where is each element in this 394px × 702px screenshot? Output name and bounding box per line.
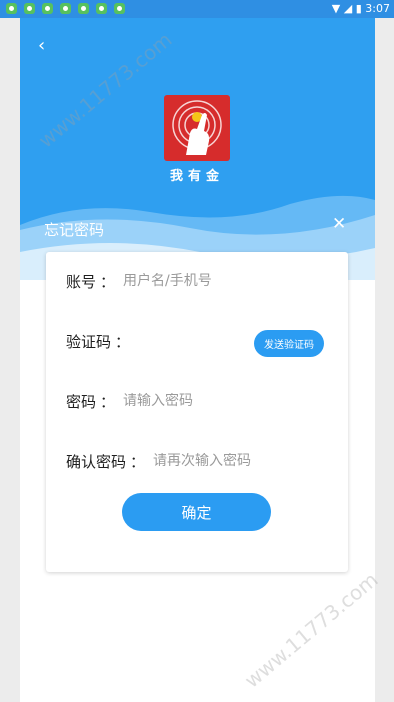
status-bar: ▼ ◢ ▮ 3:07 [0,0,394,18]
confirm-password-input[interactable] [153,453,294,469]
header-banner: ‹ 我有金 忘记密码 ✕ [20,0,375,280]
logo-graphic [172,100,222,155]
signal-icon: ◢ [343,2,353,15]
notification-icon [78,3,89,14]
status-right: ▼ ◢ ▮ 3:07 [332,2,390,15]
close-icon[interactable]: ✕ [332,216,348,233]
battery-icon: ▮ [355,2,362,15]
code-colon: ： [115,332,131,351]
clock: 3:07 [365,2,390,15]
account-row: 账号 ： [66,269,274,293]
logo-name: 我有金 [169,169,224,184]
confirm-password-label: 确认密码 [66,452,127,471]
notification-icon [6,3,17,14]
notification-icon [114,3,125,14]
notification-icon [24,3,35,14]
app-logo-icon [164,95,230,161]
confirm-password-colon: ： [130,452,146,471]
page-title: 忘记密码 [44,221,105,239]
code-label: 验证码 [66,332,112,351]
code-row: 验证码 ： [66,329,249,353]
confirm-password-row: 确认密码 ： [66,449,294,473]
account-input[interactable] [123,273,274,289]
password-input[interactable] [123,393,274,409]
back-chevron-icon[interactable]: ‹ [38,36,54,56]
account-label: 账号 [66,272,97,291]
code-input[interactable] [138,333,249,349]
notification-icon [96,3,107,14]
password-label: 密码 [66,392,97,411]
form-card: 账号 ： 验证码 ： 发送验证码 密码 ： 确认密码 ： 确定 [46,252,348,572]
wifi-icon: ▼ [331,2,341,15]
account-colon: ： [100,272,116,291]
notification-icon [42,3,53,14]
password-colon: ： [100,392,116,411]
password-row: 密码 ： [66,389,274,413]
notification-icon [60,3,71,14]
send-code-button[interactable]: 发送验证码 [254,330,324,357]
confirm-button[interactable]: 确定 [122,493,271,531]
